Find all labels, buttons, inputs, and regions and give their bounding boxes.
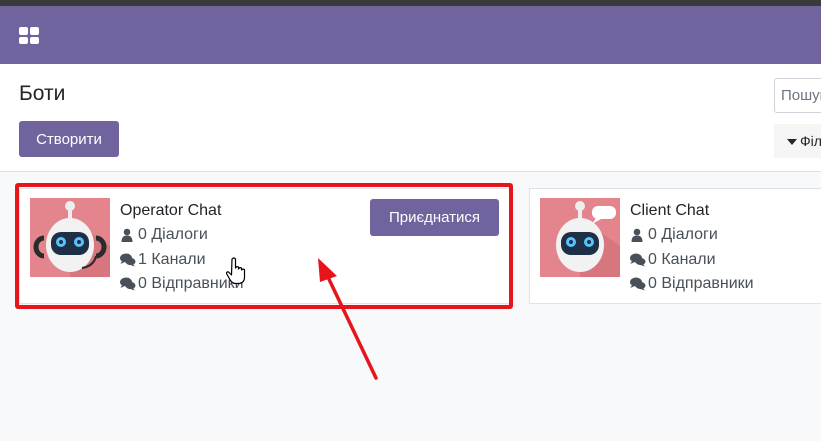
user-icon	[630, 228, 644, 242]
comments-icon	[120, 277, 136, 291]
top-navbar	[0, 6, 821, 64]
dialogs-count: 0 Діалоги	[120, 226, 208, 244]
senders-count: 0 Відправники	[630, 275, 754, 293]
comments-icon	[630, 277, 646, 291]
apps-grid-icon[interactable]	[19, 27, 39, 44]
page-title: Боти	[19, 82, 66, 105]
search-input[interactable]	[774, 78, 821, 113]
join-button[interactable]: Приєднатися	[370, 199, 499, 236]
control-panel: Боти Створити Фільтри	[0, 64, 821, 172]
bot-avatar	[30, 198, 110, 277]
bot-name: Client Chat	[630, 202, 710, 219]
filters-label: Фільтри	[800, 133, 821, 149]
bot-card-client-chat[interactable]: Client Chat 0 Діалоги 0 Канали 0 Відправ…	[529, 188, 821, 304]
filters-button[interactable]: Фільтри	[774, 124, 821, 158]
comments-icon	[120, 253, 136, 267]
dialogs-count: 0 Діалоги	[630, 226, 718, 244]
bot-name: Operator Chat	[120, 202, 222, 219]
filter-icon	[787, 139, 797, 145]
channels-count: 0 Канали	[630, 251, 716, 269]
create-button[interactable]: Створити	[19, 121, 119, 157]
comments-icon	[630, 253, 646, 267]
channels-count: 1 Канали	[120, 251, 206, 269]
bot-avatar	[540, 198, 620, 277]
user-icon	[120, 228, 134, 242]
bot-card-operator-chat[interactable]: Operator Chat Приєднатися 0 Діалоги 1 Ка…	[19, 188, 513, 304]
senders-count: 0 Відправники	[120, 275, 244, 293]
